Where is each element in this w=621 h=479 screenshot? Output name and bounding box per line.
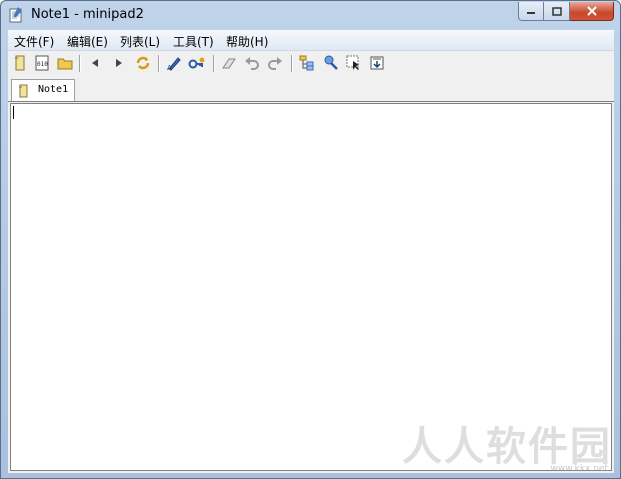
notepad-icon — [9, 7, 23, 23]
maximize-icon — [551, 6, 562, 16]
toolbar-separator — [213, 55, 215, 72]
minimize-icon — [527, 12, 535, 14]
tab-label: Note1 — [38, 84, 69, 95]
svg-text:A: A — [167, 64, 172, 71]
toolbar-separator — [158, 55, 160, 72]
pin-icon[interactable] — [322, 54, 340, 72]
menu-file[interactable]: 文件(F) — [14, 33, 54, 50]
menu-bar: 文件(F) 编辑(E) 列表(L) 工具(T) 帮助(H) — [8, 30, 614, 51]
caption-buttons — [518, 2, 614, 21]
tab-note1[interactable]: Note1 — [11, 79, 75, 101]
menu-help[interactable]: 帮助(H) — [226, 33, 268, 50]
new-binary-icon[interactable]: 010 — [33, 54, 51, 72]
tab-strip: Note1 — [8, 77, 614, 102]
menu-edit[interactable]: 编辑(E) — [67, 33, 108, 50]
insert-icon[interactable] — [368, 54, 386, 72]
close-button[interactable] — [570, 2, 614, 21]
toolbar-separator — [291, 55, 293, 72]
close-icon — [586, 6, 597, 16]
client-area: 文件(F) 编辑(E) 列表(L) 工具(T) 帮助(H) 010 A Note… — [8, 30, 614, 473]
select-icon[interactable] — [345, 54, 363, 72]
open-folder-icon[interactable] — [56, 54, 74, 72]
forward-icon[interactable] — [110, 54, 128, 72]
app-window: Note1 - minipad2 文件(F) 编辑(E) 列表(L) 工具(T)… — [0, 0, 621, 479]
title-bar[interactable]: Note1 - minipad2 — [1, 1, 620, 29]
back-icon[interactable] — [86, 54, 104, 72]
menu-tools[interactable]: 工具(T) — [173, 33, 214, 50]
menu-list[interactable]: 列表(L) — [120, 33, 160, 50]
toolbar: 010 A — [8, 51, 614, 77]
edit-pen-icon[interactable]: A — [165, 54, 183, 72]
eraser-icon[interactable] — [220, 54, 238, 72]
maximize-button[interactable] — [544, 2, 570, 21]
watermark-url: www.kkx.net — [550, 464, 609, 474]
minimize-button[interactable] — [518, 2, 544, 21]
key-icon[interactable] — [188, 54, 206, 72]
text-caret — [13, 106, 14, 119]
refresh-icon[interactable] — [134, 54, 152, 72]
svg-text:010: 010 — [37, 61, 48, 68]
toolbar-separator — [79, 55, 81, 72]
window-title: Note1 - minipad2 — [31, 7, 144, 22]
tree-view-icon[interactable] — [298, 54, 316, 72]
undo-icon[interactable] — [243, 54, 261, 72]
note-icon — [18, 83, 28, 98]
new-note-icon[interactable] — [11, 54, 29, 72]
redo-icon[interactable] — [266, 54, 284, 72]
